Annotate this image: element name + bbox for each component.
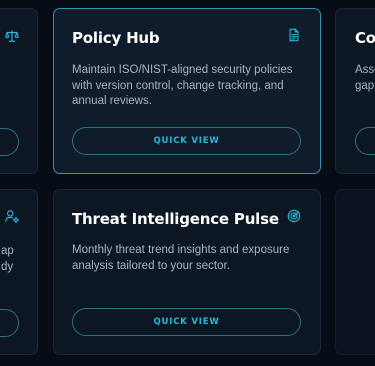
card-description: Monthly threat trend insights and exposu… xyxy=(72,244,290,272)
card-threat-intelligence-pulse[interactable]: Threat Intelligence Pulse Monthly threat… xyxy=(53,189,321,355)
card-title: Policy Hub xyxy=(72,29,160,47)
scale-icon xyxy=(5,29,19,43)
card-partial-bottom-left[interactable]: ap dy xyxy=(0,189,38,355)
card-partial-bottom-right[interactable] xyxy=(335,189,375,355)
user-settings-icon xyxy=(5,209,19,223)
card-partial-top-right[interactable]: Co Asse gap xyxy=(335,8,375,174)
services-grid: Policy Hub Maintain ISO/NIST-aligned sec… xyxy=(0,0,375,366)
document-icon xyxy=(287,28,301,42)
card-description: Maintain ISO/NIST-aligned security polic… xyxy=(72,64,293,107)
radar-icon xyxy=(287,209,301,223)
card-description-line: gap xyxy=(355,80,375,92)
quick-view-button-partial[interactable] xyxy=(0,128,19,156)
card-policy-hub[interactable]: Policy Hub Maintain ISO/NIST-aligned sec… xyxy=(53,8,321,174)
card-title: Threat Intelligence Pulse xyxy=(72,210,279,228)
card-description-line: Asse xyxy=(355,64,375,76)
card-description-line: ap xyxy=(1,245,14,257)
card-partial-top-left[interactable] xyxy=(0,8,38,174)
card-title-partial: Co xyxy=(355,29,375,47)
quick-view-button[interactable]: QUICK VIEW xyxy=(72,127,301,155)
quick-view-button[interactable]: QUICK VIEW xyxy=(72,308,301,336)
quick-view-button-partial[interactable] xyxy=(355,127,375,155)
quick-view-button-partial[interactable] xyxy=(0,309,19,337)
card-description-line: dy xyxy=(1,261,14,273)
